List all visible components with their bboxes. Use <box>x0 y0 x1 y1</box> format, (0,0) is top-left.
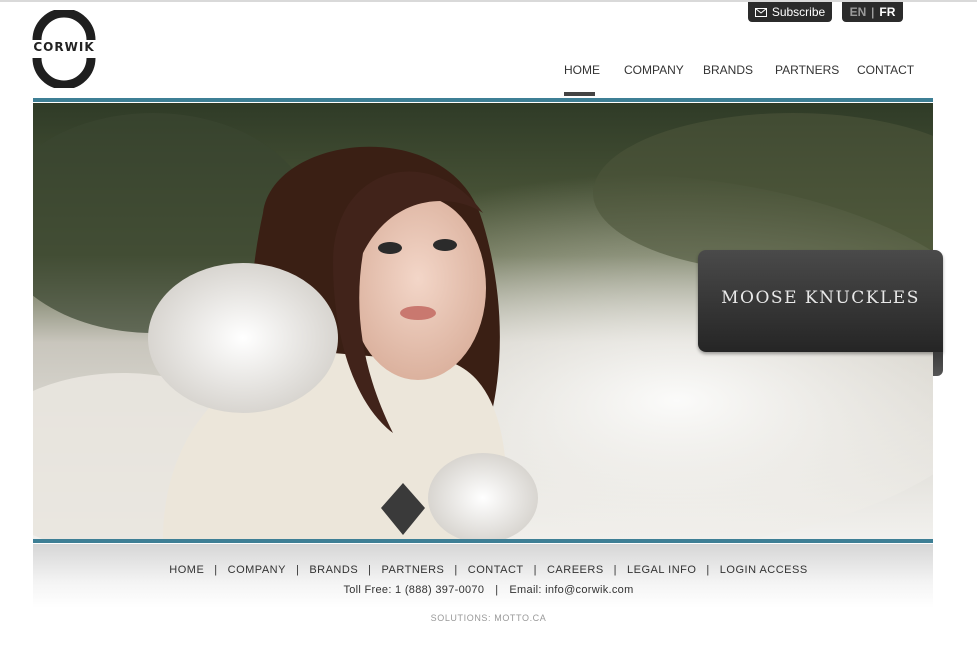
contact-email[interactable]: Email: info@corwik.com <box>509 584 633 596</box>
footer-divider <box>33 539 933 543</box>
badge-tail <box>933 352 943 376</box>
mail-icon <box>754 7 767 17</box>
footer-separator: | <box>706 564 710 576</box>
lang-fr-link[interactable]: FR <box>879 5 895 19</box>
footer-separator: | <box>533 564 537 576</box>
main-nav: HOME COMPANY BRANDS PARTNERS CONTACT <box>0 63 977 97</box>
footer-link-company[interactable]: COMPANY <box>228 564 286 576</box>
nav-brands[interactable]: BRANDS <box>703 63 753 77</box>
footer-separator: | <box>295 564 300 576</box>
footer-separator: | <box>368 564 372 576</box>
footer-separator: | <box>613 564 618 576</box>
subscribe-label: Subscribe <box>771 5 826 19</box>
nav-active-indicator <box>564 92 595 96</box>
subscribe-button[interactable]: Subscribe <box>748 2 832 22</box>
footer-link-partners[interactable]: PARTNERS <box>382 564 445 576</box>
footer-link-brands[interactable]: BRANDS <box>309 564 358 576</box>
lang-en-link[interactable]: EN <box>850 5 867 19</box>
lang-separator: | <box>871 5 875 19</box>
solutions-credit-link[interactable]: SOLUTIONS: MOTTO.CA <box>0 613 977 623</box>
nav-home[interactable]: HOME <box>564 63 600 77</box>
logo-text: CORWIK <box>33 40 95 54</box>
badge-brand-text: MOOSE KNUCKLES <box>721 288 920 308</box>
language-switcher: EN | FR <box>842 2 903 22</box>
footer-links: HOME | COMPANY | BRANDS | PARTNERS | CONTACT | CAR… <box>0 564 977 576</box>
footer-separator: | <box>214 564 218 576</box>
toll-free-number: Toll Free: 1 (888) 397-0070 <box>343 584 485 596</box>
nav-company[interactable]: COMPANY <box>624 63 684 77</box>
footer-link-legal-info[interactable]: LEGAL INFO <box>627 564 696 576</box>
contact-line: Toll Free: 1 (888) 397-0070 | Email: info@… <box>0 584 977 596</box>
footer-panel <box>33 544 933 608</box>
footer-link-home[interactable]: HOME <box>169 564 204 576</box>
contact-separator: | <box>495 584 499 596</box>
moose-knuckles-badge[interactable]: MOOSE KNUCKLES <box>698 250 943 352</box>
nav-partners[interactable]: PARTNERS <box>775 63 839 77</box>
footer-link-careers[interactable]: CAREERS <box>547 564 604 576</box>
footer-link-contact[interactable]: CONTACT <box>468 564 524 576</box>
footer-separator: | <box>454 564 458 576</box>
header-divider <box>33 98 933 102</box>
footer-link-login-access[interactable]: LOGIN ACCESS <box>720 564 808 576</box>
nav-contact[interactable]: CONTACT <box>857 63 914 77</box>
